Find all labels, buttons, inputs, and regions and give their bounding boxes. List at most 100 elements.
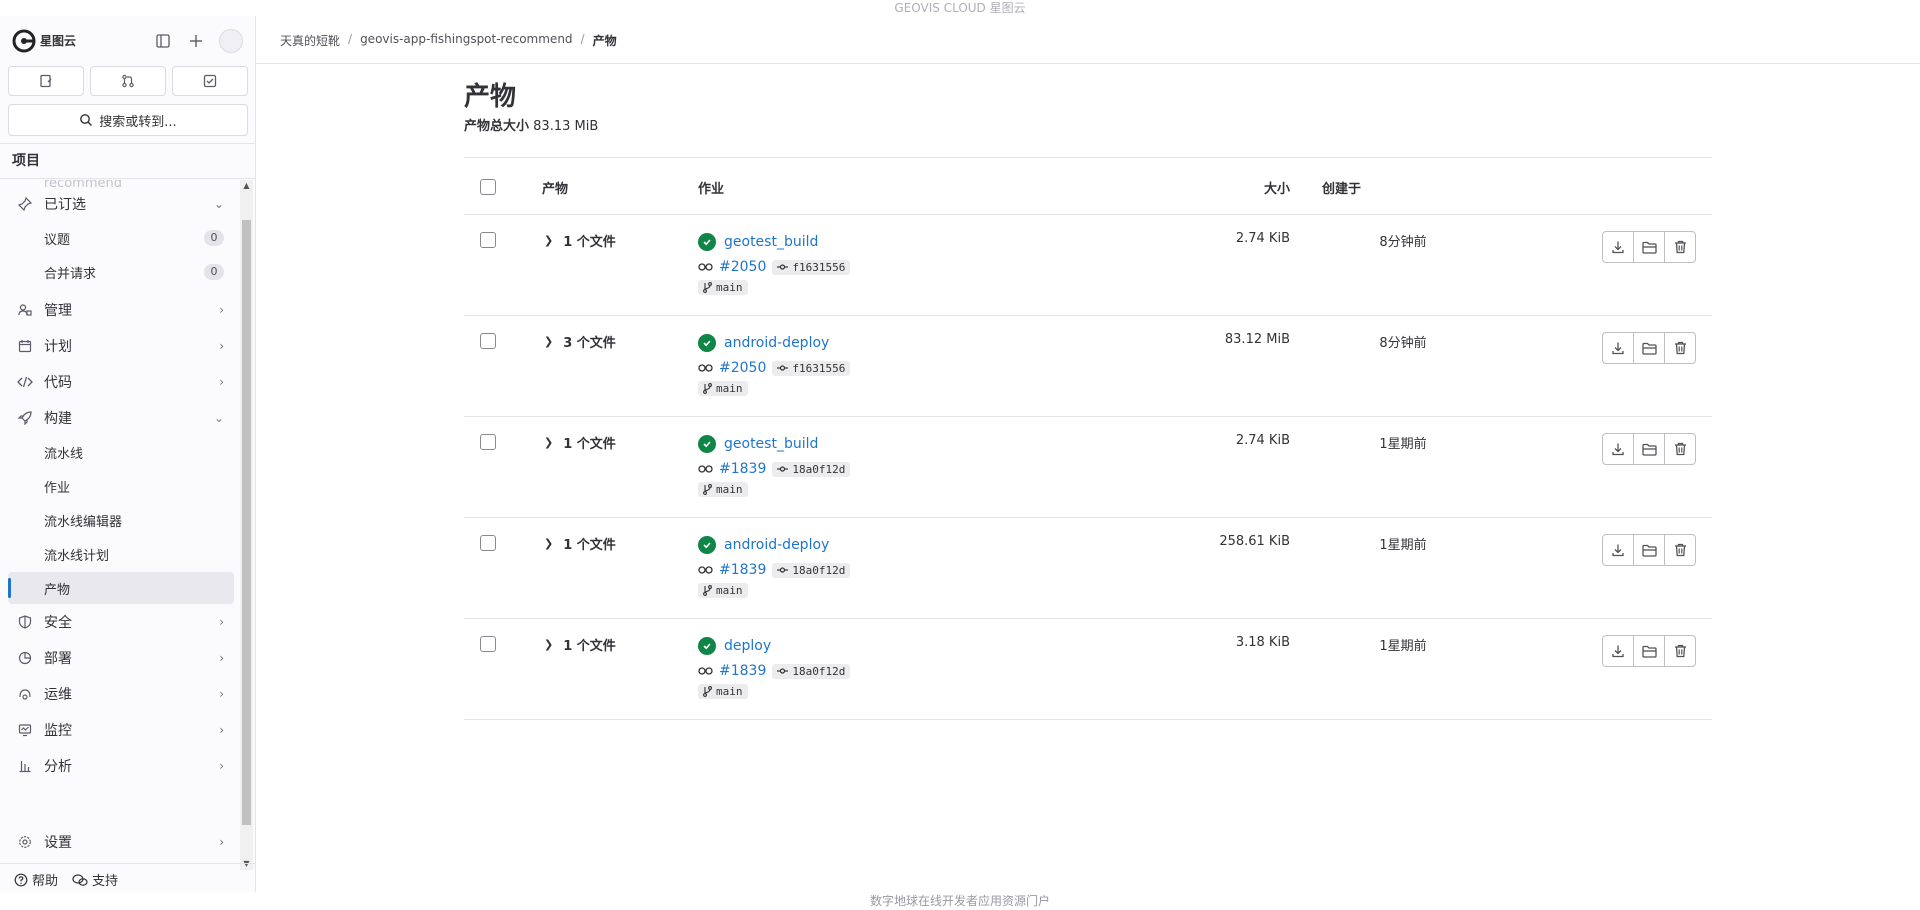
count-badge: 0	[204, 230, 224, 246]
download-icon	[1611, 644, 1625, 658]
branch-ref[interactable]: main	[698, 482, 748, 497]
commit-sha[interactable]: 18a0f12d	[772, 461, 851, 477]
job-link[interactable]: geotest_build	[724, 436, 818, 452]
chevron-right-icon: ›	[219, 375, 224, 389]
pipeline-link[interactable]: #1839	[719, 663, 766, 679]
job-link[interactable]: android-deploy	[724, 335, 829, 351]
sidebar-item-issues[interactable]: 议题 0	[8, 222, 234, 254]
scrollbar-thumb[interactable]	[242, 220, 251, 825]
status-success-icon[interactable]	[698, 334, 716, 352]
commit-sha[interactable]: 18a0f12d	[772, 663, 851, 679]
nav-deploy[interactable]: 部署 ›	[8, 642, 234, 674]
branch-ref[interactable]: main	[698, 381, 748, 396]
download-button[interactable]	[1602, 635, 1634, 667]
monitor-icon	[16, 687, 34, 701]
select-all-checkbox[interactable]	[480, 179, 496, 195]
row-actions	[1602, 635, 1696, 667]
nav-pinned[interactable]: 已订选 ⌄	[8, 188, 234, 220]
support-icon	[72, 873, 88, 887]
plus-icon[interactable]	[184, 29, 208, 53]
nav-monitor[interactable]: 监控 ›	[8, 714, 234, 746]
expand-files-toggle[interactable]: ❯ 1 个文件	[544, 231, 616, 250]
commit-sha[interactable]: f1631556	[772, 259, 851, 275]
row-checkbox[interactable]	[480, 333, 496, 349]
sidebar-item-pipeline-schedules[interactable]: 流水线计划	[8, 538, 234, 570]
todo-tab[interactable]	[172, 66, 248, 96]
pipeline-link[interactable]: #2050	[719, 360, 766, 376]
chevron-right-icon: ❯	[544, 234, 554, 247]
status-success-icon[interactable]	[698, 536, 716, 554]
sidebar-tabs	[8, 66, 248, 96]
download-button[interactable]	[1602, 332, 1634, 364]
breadcrumb-item[interactable]: 天真的短靴	[280, 32, 340, 49]
help-link[interactable]: 帮助	[14, 870, 58, 889]
search-button[interactable]: 搜索或转到...	[8, 104, 248, 136]
expand-files-toggle[interactable]: ❯ 1 个文件	[544, 635, 616, 654]
browse-button[interactable]	[1633, 635, 1665, 667]
branch-ref[interactable]: main	[698, 583, 748, 598]
sidebar-item-jobs[interactable]: 作业	[8, 470, 234, 502]
download-button[interactable]	[1602, 433, 1634, 465]
download-button[interactable]	[1602, 534, 1634, 566]
breadcrumb-current[interactable]: 产物	[593, 32, 617, 49]
issues-tab[interactable]	[8, 66, 84, 96]
nav-plan[interactable]: 计划 ›	[8, 330, 234, 362]
browse-button[interactable]	[1633, 534, 1665, 566]
expand-files-toggle[interactable]: ❯ 3 个文件	[544, 332, 616, 351]
download-button[interactable]	[1602, 231, 1634, 263]
pipeline-link[interactable]: #1839	[719, 562, 766, 578]
merge-requests-tab[interactable]	[90, 66, 166, 96]
status-success-icon[interactable]	[698, 435, 716, 453]
nav-security[interactable]: 安全 ›	[8, 606, 234, 638]
nav-manage[interactable]: 管理 ›	[8, 294, 234, 326]
breadcrumb-item[interactable]: geovis-app-fishingspot-recommend	[360, 32, 572, 49]
nav-label: 构建	[44, 411, 72, 427]
avatar[interactable]	[219, 29, 243, 53]
sidebar-scrollbar[interactable]: ▲ ▼	[240, 180, 253, 870]
folder-icon	[1641, 645, 1657, 658]
delete-button[interactable]	[1664, 534, 1696, 566]
sidebar-item-artifacts[interactable]: 产物	[8, 572, 234, 604]
expand-files-toggle[interactable]: ❯ 1 个文件	[544, 433, 616, 452]
toggle-sidebar-icon[interactable]	[151, 29, 175, 53]
commit-sha[interactable]: 18a0f12d	[772, 562, 851, 578]
job-link[interactable]: geotest_build	[724, 234, 818, 250]
browse-button[interactable]	[1633, 231, 1665, 263]
nav-operate[interactable]: 运维 ›	[8, 678, 234, 710]
nav-analytics[interactable]: 分析 ›	[8, 750, 234, 782]
delete-button[interactable]	[1664, 433, 1696, 465]
browse-button[interactable]	[1633, 433, 1665, 465]
browse-button[interactable]	[1633, 332, 1665, 364]
row-checkbox[interactable]	[480, 232, 496, 248]
branch-ref[interactable]: main	[698, 280, 748, 295]
logo-icon[interactable]	[12, 29, 36, 53]
file-count: 1 个文件	[563, 437, 616, 452]
job-link[interactable]: deploy	[724, 638, 771, 654]
support-link[interactable]: 支持	[72, 870, 118, 889]
commit-sha[interactable]: f1631556	[772, 360, 851, 376]
delete-button[interactable]	[1664, 635, 1696, 667]
delete-button[interactable]	[1664, 332, 1696, 364]
job-cell: android-deploy #2050 f1631556 main	[698, 332, 851, 396]
scroll-up-arrow[interactable]: ▲	[240, 180, 253, 192]
gear-icon	[16, 835, 34, 849]
sidebar-item-merge-requests[interactable]: 合并请求 0	[8, 256, 234, 288]
sidebar-item-pipelines[interactable]: 流水线	[8, 436, 234, 468]
row-checkbox[interactable]	[480, 535, 496, 551]
nav-code[interactable]: 代码 ›	[8, 366, 234, 398]
status-success-icon[interactable]	[698, 233, 716, 251]
branch-ref[interactable]: main	[698, 684, 748, 699]
pipeline-link[interactable]: #2050	[719, 259, 766, 275]
sidebar-item-pipeline-editor[interactable]: 流水线编辑器	[8, 504, 234, 536]
pipeline-link[interactable]: #1839	[719, 461, 766, 477]
nav-settings[interactable]: 设置 ›	[8, 826, 234, 858]
status-success-icon[interactable]	[698, 637, 716, 655]
row-checkbox[interactable]	[480, 636, 496, 652]
nav-build[interactable]: 构建 ⌄	[8, 402, 234, 434]
row-checkbox[interactable]	[480, 434, 496, 450]
commit-sha-text: 18a0f12d	[792, 563, 846, 577]
expand-files-toggle[interactable]: ❯ 1 个文件	[544, 534, 616, 553]
pipeline-icon	[698, 565, 713, 575]
job-link[interactable]: android-deploy	[724, 537, 829, 553]
delete-button[interactable]	[1664, 231, 1696, 263]
